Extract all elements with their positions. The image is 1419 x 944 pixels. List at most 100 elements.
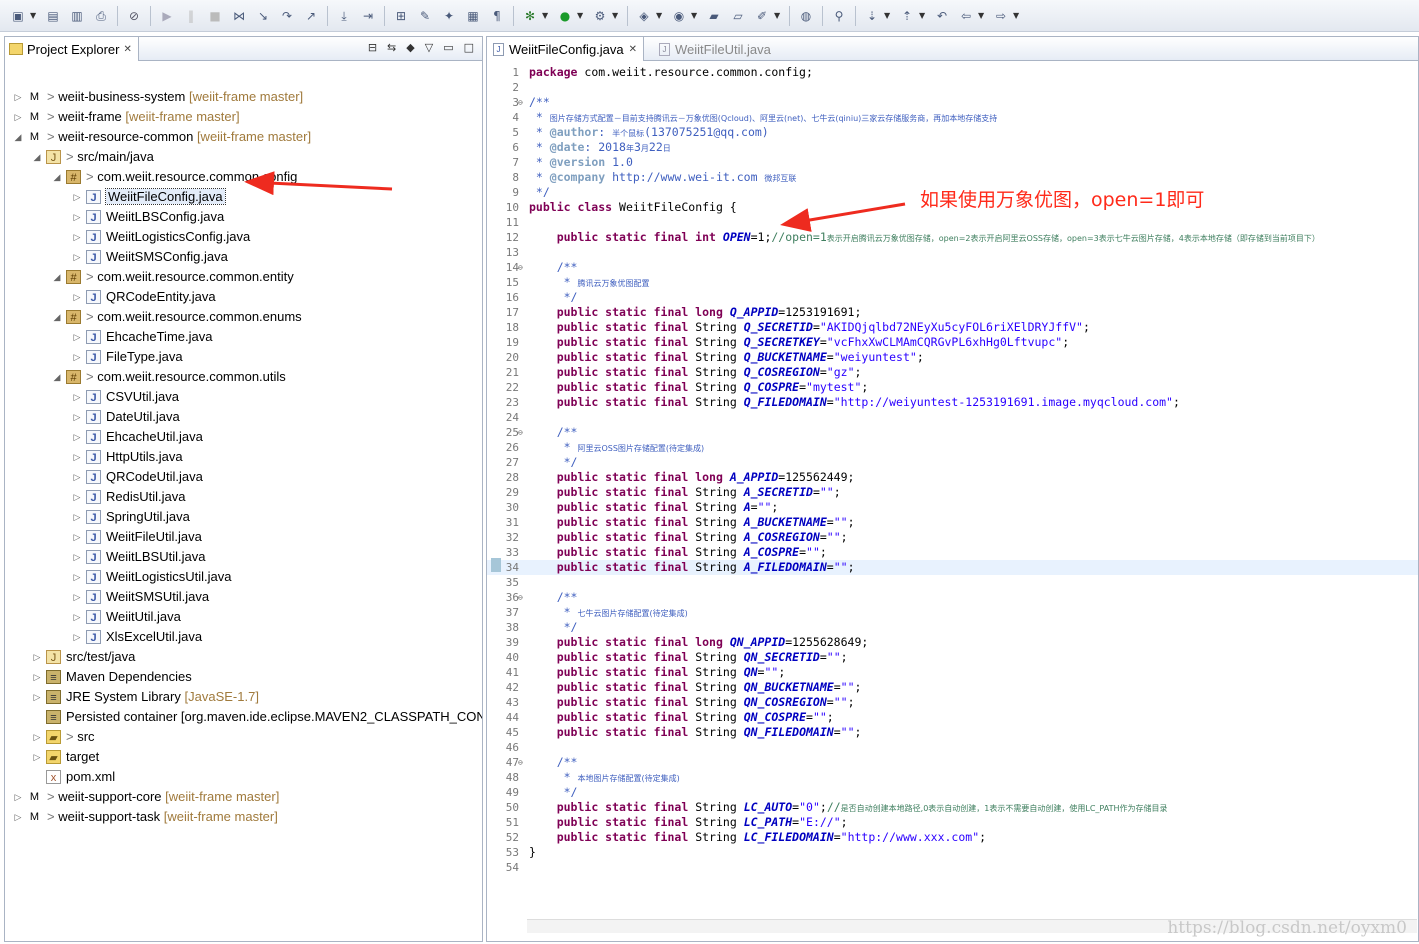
link-with-editor-icon[interactable]: ⇆ [387,41,396,54]
show-whitespace-icon[interactable]: ¶ [488,7,506,25]
code-line[interactable]: 39 public static final long QN_APPID=125… [487,635,1418,650]
code-line[interactable]: 7 * @version 1.0 [487,155,1418,170]
fold-icon[interactable]: ⊖ [518,95,523,110]
collapsed-twisty-icon[interactable]: ▷ [32,647,42,667]
collapsed-twisty-icon[interactable]: ▷ [32,667,42,687]
debug-icon[interactable]: ✻ [521,7,539,25]
code-line[interactable]: 18 public static final String Q_SECRETID… [487,320,1418,335]
forward-icon[interactable]: ⇨ [992,7,1010,25]
collapsed-twisty-icon[interactable]: ▷ [72,347,82,367]
new-icon[interactable]: ▣ [9,7,27,25]
tree-item[interactable]: ▷ J WeiitFileUtil.java [5,527,482,547]
tree-item[interactable]: ▷ J CSVUtil.java [5,387,482,407]
collapsed-twisty-icon[interactable]: ▷ [72,547,82,567]
code-line[interactable]: 38 */ [487,620,1418,635]
tree-item[interactable]: ▷ M > weiit-frame [weiit-frame master] [5,107,482,127]
step-into-icon[interactable]: ↘ [254,7,272,25]
collapsed-twisty-icon[interactable]: ▷ [72,207,82,227]
fold-icon[interactable]: ⊖ [518,590,523,605]
open-task-icon[interactable]: ✎ [416,7,434,25]
collapsed-twisty-icon[interactable]: ▷ [72,507,82,527]
code-line[interactable]: 19 public static final String Q_SECRETKE… [487,335,1418,350]
code-line[interactable]: 17 public static final long Q_APPID=1253… [487,305,1418,320]
collapsed-twisty-icon[interactable]: ▷ [72,407,82,427]
tree-item[interactable]: ◢ # > com.weiit.resource.common.entity [5,267,482,287]
expanded-twisty-icon[interactable]: ◢ [13,127,23,147]
code-line[interactable]: 41 public static final String QN=""; [487,665,1418,680]
code-line[interactable]: 32 public static final String A_COSREGIO… [487,530,1418,545]
tree-item[interactable]: ▷ J WeiitSMSConfig.java [5,247,482,267]
skip-breakpoints-icon[interactable]: ⊘ [125,7,143,25]
maximize-icon[interactable]: □ [464,41,474,54]
fold-icon[interactable]: ⊖ [518,425,523,440]
tree-item[interactable]: ▷ ▰ > src [5,727,482,747]
tree-item[interactable]: ▷ M > weiit-support-core [weiit-frame mast… [5,787,482,807]
disconnect-icon[interactable]: ⋈ [230,7,248,25]
fold-icon[interactable]: ⊖ [518,755,523,770]
tab-weiitfileutil[interactable]: J WeiitFileUtil.java [653,37,777,61]
tree-item[interactable]: x pom.xml [5,767,482,787]
code-line[interactable]: 27 */ [487,455,1418,470]
code-line[interactable]: 4 * 图片存储方式配置－目前支持腾讯云－万象优图(Qcloud)、阿里云(ne… [487,110,1418,125]
open-type-icon[interactable]: ⊞ [392,7,410,25]
collapsed-twisty-icon[interactable]: ▷ [13,807,23,827]
tree-item[interactable]: ▷ Jsrc/test/java [5,647,482,667]
code-line[interactable]: 21 public static final String Q_COSREGIO… [487,365,1418,380]
collapsed-twisty-icon[interactable]: ▷ [72,387,82,407]
use-step-filters-icon[interactable]: ⇥ [359,7,377,25]
code-line[interactable]: 44 public static final String QN_COSPRE=… [487,710,1418,725]
code-line[interactable]: 50 public static final String LC_AUTO="0… [487,800,1418,815]
drop-frame-icon[interactable]: ⤓ [335,7,353,25]
open-project-icon[interactable]: ▰ [705,7,723,25]
collapsed-twisty-icon[interactable]: ▷ [72,527,82,547]
tree-item[interactable]: ▷ ▰ target [5,747,482,767]
expanded-twisty-icon[interactable]: ◢ [52,367,62,387]
tree-item[interactable]: ▷ J QRCodeUtil.java [5,467,482,487]
code-line[interactable]: 16 */ [487,290,1418,305]
minimize-icon[interactable]: ▭ [443,41,453,54]
code-line[interactable]: 14 ⊖ /** [487,260,1418,275]
focus-icon[interactable]: ◆ [406,41,414,54]
prev-annotation-icon[interactable]: ⇡ [898,7,916,25]
tree-item[interactable]: ▷ J SpringUtil.java [5,507,482,527]
chevron-down-icon[interactable]: ▼ [691,11,699,20]
save-icon[interactable]: ▤ [44,7,62,25]
collapsed-twisty-icon[interactable]: ▷ [13,107,23,127]
code-line[interactable]: 11 [487,215,1418,230]
code-line[interactable]: 33 public static final String A_COSPRE="… [487,545,1418,560]
tree-item[interactable]: ▷ M > weiit-business-system [weiit-frame m… [5,87,482,107]
expanded-twisty-icon[interactable]: ◢ [32,147,42,167]
code-line[interactable]: 34 public static final String A_FILEDOMA… [487,560,1418,575]
step-return-icon[interactable]: ↗ [302,7,320,25]
tab-weiitfileconfig[interactable]: J WeiitFileConfig.java ✕ [487,37,645,61]
collapsed-twisty-icon[interactable]: ▷ [13,87,23,107]
code-line[interactable]: 24 [487,410,1418,425]
run-icon[interactable]: ● [556,7,574,25]
chevron-down-icon[interactable]: ▼ [919,11,927,20]
tree-item[interactable]: ◢ # > com.weiit.resource.common.enums [5,307,482,327]
code-line[interactable]: 22 public static final String Q_COSPRE="… [487,380,1418,395]
code-line[interactable]: 36 ⊖ /** [487,590,1418,605]
tree-item[interactable]: ▷ J RedisUtil.java [5,487,482,507]
expanded-twisty-icon[interactable]: ◢ [52,167,62,187]
code-line[interactable]: 8 * @company http://www.wei-it.com 微邦互联 [487,170,1418,185]
toggle-block-icon[interactable]: ▦ [464,7,482,25]
new-server-icon[interactable]: ◈ [635,7,653,25]
collapsed-twisty-icon[interactable]: ▷ [72,447,82,467]
view-menu-icon[interactable]: ▽ [425,41,433,54]
chevron-down-icon[interactable]: ▼ [978,11,986,20]
code-line[interactable]: 48 * 本地图片存储配置(待定集成) [487,770,1418,785]
code-line[interactable]: 23 public static final String Q_FILEDOMA… [487,395,1418,410]
external-tools-icon[interactable]: ⚙ [591,7,609,25]
collapsed-twisty-icon[interactable]: ▷ [72,567,82,587]
code-line[interactable]: 26 * 阿里云OSS图片存储配置(待定集成) [487,440,1418,455]
code-line[interactable]: 51 public static final String LC_PATH="E… [487,815,1418,830]
code-line[interactable]: 5 * @author: 半个鼠标(137075251@qq.com) [487,125,1418,140]
code-line[interactable]: 12 public static final int OPEN=1;//open… [487,230,1418,245]
print-icon[interactable]: ⎙ [92,7,110,25]
tree-item[interactable]: ▷ J WeiitFileConfig.java [5,187,482,207]
tree-item[interactable]: ▷ J WeiitLBSUtil.java [5,547,482,567]
code-line[interactable]: 37 * 七牛云图片存储配置(待定集成) [487,605,1418,620]
open-folder-icon[interactable]: ▱ [729,7,747,25]
code-line[interactable]: 25 ⊖ /** [487,425,1418,440]
